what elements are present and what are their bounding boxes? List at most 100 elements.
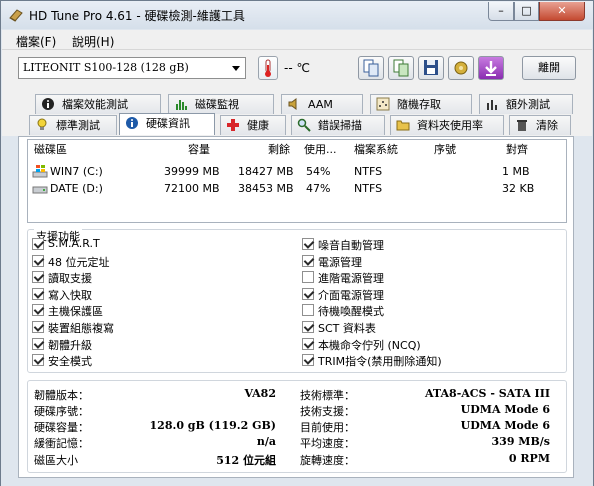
active-mode-value: UDMA Mode 6 <box>460 419 550 432</box>
cell-filesystem: NTFS <box>354 165 383 178</box>
tab-label: 磁碟監視 <box>195 98 239 111</box>
screenshot-copy-icon <box>393 59 409 77</box>
feature-label: 本機命令佇列 (NCQ) <box>318 338 421 352</box>
info-panel: 磁碟區 容量 剩餘 使用... 檔案系統 序號 對齊 WIN7 (C:) 399… <box>18 136 574 478</box>
feature-label: 噪音自動管理 <box>318 239 384 252</box>
tab-benchmark[interactable]: 標準測試 <box>29 115 117 135</box>
firmware-value: VA82 <box>244 387 276 400</box>
app-logo-icon <box>9 9 23 22</box>
col-header-volume[interactable]: 磁碟區 <box>34 140 67 160</box>
cell-alignment: 1 MB <box>502 165 530 178</box>
cell-capacity: 39999 MB <box>164 165 220 178</box>
tab-error-scan[interactable]: 錯誤掃描 <box>291 115 385 135</box>
menu-help[interactable]: 說明(H) <box>72 33 114 50</box>
folder-icon <box>396 120 410 131</box>
cell-free: 38453 MB <box>238 182 294 195</box>
window-footer <box>1 478 593 486</box>
tab-label: 資料夾使用率 <box>417 119 483 132</box>
windows-drive-icon <box>32 165 48 178</box>
col-header-used[interactable]: 使用... <box>304 140 337 160</box>
feature-checkbox[interactable] <box>302 304 314 317</box>
title-bar: HD Tune Pro 4.61 - 硬碟檢測-維護工具 – □ ✕ <box>1 1 593 29</box>
tab-disk-monitor[interactable]: 磁碟監視 <box>168 94 274 114</box>
window-title: HD Tune Pro 4.61 - 硬碟檢測-維護工具 <box>29 9 245 23</box>
feature-label: 主機保護區 <box>48 305 103 319</box>
standard-value: ATA8-ACS - SATA III <box>425 387 550 400</box>
health-cross-icon <box>227 119 239 131</box>
feature-checkbox[interactable] <box>32 304 44 317</box>
tab-label: 額外測試 <box>506 98 550 111</box>
cell-alignment: 32 KB <box>502 182 535 195</box>
tab-folder-usage[interactable]: 資料夾使用率 <box>390 115 504 135</box>
col-header-alignment[interactable]: 對齊 <box>506 140 528 160</box>
col-header-free[interactable]: 剩餘 <box>268 140 290 160</box>
tab-random-access[interactable]: 隨機存取 <box>370 94 472 114</box>
download-button[interactable] <box>478 56 504 80</box>
feature-checkbox[interactable] <box>32 271 44 284</box>
feature-checkbox[interactable] <box>302 321 314 333</box>
feature-label: 讀取支援 <box>48 272 92 286</box>
feature-checkbox[interactable] <box>302 254 314 267</box>
menu-file[interactable]: 檔案(F) <box>16 33 56 50</box>
tab-health[interactable]: 健康 <box>220 115 286 135</box>
supported-mode-label: 技術支援： <box>300 405 355 418</box>
buffer-value: n/a <box>256 435 276 448</box>
feature-checkbox[interactable] <box>302 287 314 300</box>
bar-chart-icon <box>176 100 187 110</box>
close-button[interactable]: ✕ <box>539 2 585 21</box>
firmware-label: 韌體版本： <box>34 389 89 402</box>
partition-list: 磁碟區 容量 剩餘 使用... 檔案系統 序號 對齊 WIN7 (C:) 399… <box>27 139 567 223</box>
feature-label: 介面電源管理 <box>318 288 384 302</box>
options-button[interactable] <box>448 56 474 80</box>
exit-button[interactable]: 離開 <box>522 56 576 80</box>
feature-checkbox[interactable] <box>32 337 44 350</box>
thermometer-icon <box>258 56 278 80</box>
feature-label: 安全模式 <box>48 355 92 369</box>
col-header-capacity[interactable]: 容量 <box>188 140 210 160</box>
serial-label: 硬碟序號： <box>34 405 89 418</box>
feature-checkbox[interactable] <box>302 354 314 367</box>
feature-label: 寫入快取 <box>48 288 92 302</box>
feature-checkbox[interactable] <box>32 254 44 267</box>
capacity-label: 硬碟容量： <box>34 421 89 434</box>
drive-select-value: LITEONIT S100-128 (128 gB) <box>23 61 189 74</box>
maximize-button[interactable]: □ <box>514 2 539 21</box>
feature-checkbox[interactable] <box>32 238 44 250</box>
tab-info[interactable]: 硬碟資訊 <box>119 113 215 135</box>
magnifier-icon <box>297 118 311 132</box>
feature-checkbox[interactable] <box>302 238 314 250</box>
tab-strip: 檔案效能測試 磁碟監視 AAM 隨機存取 額外測試 標準測試 硬碟資訊 健康 錯… <box>2 90 592 136</box>
info-icon <box>126 117 138 129</box>
feature-label: 48 位元定址 <box>48 255 110 269</box>
download-arrow-icon <box>485 61 497 76</box>
tab-file-benchmark[interactable]: 檔案效能測試 <box>35 94 161 114</box>
drive-select[interactable]: LITEONIT S100-128 (128 gB) <box>18 57 246 79</box>
copy-text-button[interactable] <box>358 56 384 80</box>
app-window: HD Tune Pro 4.61 - 硬碟檢測-維護工具 – □ ✕ 檔案(F)… <box>0 0 594 486</box>
save-button[interactable] <box>418 56 444 80</box>
tab-aam[interactable]: AAM <box>281 94 363 114</box>
feature-checkbox[interactable] <box>302 271 314 284</box>
minimize-button[interactable]: – <box>488 2 514 21</box>
tab-label: 標準測試 <box>56 119 100 132</box>
tab-extra-tests[interactable]: 額外測試 <box>479 94 573 114</box>
feature-label: 進階電源管理 <box>318 272 384 286</box>
temperature-readout: -- ℃ <box>284 61 310 75</box>
copy-screenshot-button[interactable] <box>388 56 414 80</box>
feature-label: 電源管理 <box>318 255 362 269</box>
tab-erase[interactable]: 清除 <box>509 115 571 135</box>
feature-checkbox[interactable] <box>32 287 44 300</box>
floppy-disk-icon <box>424 60 438 75</box>
speaker-icon <box>288 98 297 110</box>
feature-label: S.M.A.R.T <box>48 237 100 250</box>
col-header-filesystem[interactable]: 檔案系統 <box>354 140 398 160</box>
feature-checkbox[interactable] <box>302 337 314 350</box>
col-header-serial[interactable]: 序號 <box>434 140 456 160</box>
tab-label: 隨機存取 <box>397 98 441 111</box>
rotation-speed-value: 0 RPM <box>508 452 550 465</box>
table-row[interactable]: DATE (D:) 72100 MB 38453 MB 47% NTFS 32 … <box>28 181 566 198</box>
feature-checkbox[interactable] <box>32 354 44 367</box>
table-row[interactable]: WIN7 (C:) 39999 MB 18427 MB 54% NTFS 1 M… <box>28 164 566 181</box>
feature-checkbox[interactable] <box>32 321 44 333</box>
wrench-icon <box>454 61 468 75</box>
